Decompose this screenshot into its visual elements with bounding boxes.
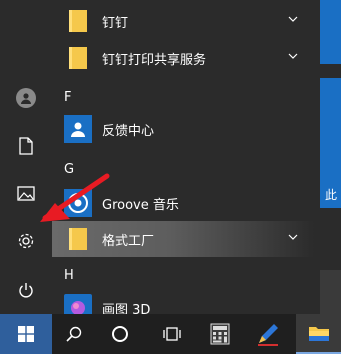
task-view-icon [163,327,181,341]
live-tile[interactable] [320,270,341,314]
cortana-icon [112,326,128,342]
app-label: 反馈中心 [102,123,155,139]
chevron-down-icon[interactable] [288,234,298,240]
folder-icon [69,47,87,69]
user-account-icon [16,88,36,108]
app-label: 格式工厂 [102,233,155,249]
feedback-person-icon [71,122,85,137]
folder-icon [69,10,87,32]
pictures-button[interactable] [0,173,52,213]
app-label: 钉钉打印共享服务 [102,52,207,68]
documents-button[interactable] [0,126,52,166]
search-icon [66,326,82,342]
list-item-format-factory[interactable]: 格式工厂 [52,221,314,257]
chevron-down-icon[interactable] [288,53,298,59]
folder-icon [69,228,87,250]
file-explorer-button[interactable] [296,314,341,354]
cortana-button[interactable] [98,314,142,354]
list-item-feedback-hub[interactable]: 反馈中心 [52,111,314,147]
groove-music-icon [68,193,88,213]
chevron-down-icon[interactable] [288,16,298,22]
pictures-icon [17,185,35,201]
settings-button[interactable] [0,221,52,261]
list-item-dingtalk-print[interactable]: 钉钉打印共享服务 [52,40,314,76]
app-label: 钉钉 [102,15,129,31]
documents-icon [19,137,33,155]
task-view-button[interactable] [150,314,194,354]
settings-icon [18,233,34,249]
user-account-button[interactable] [0,78,52,118]
calculator-button[interactable] [198,314,242,354]
list-item-groove-music[interactable]: Groove 音乐 [52,185,314,221]
section-header-h[interactable]: H [64,268,74,283]
file-explorer-icon [308,327,329,341]
start-menu-rail [0,0,52,314]
start-button[interactable] [0,314,52,354]
live-tile[interactable]: 此 [320,78,341,208]
section-header-g[interactable]: G [64,162,74,177]
list-item-dingtalk[interactable]: 钉钉 [52,3,314,39]
pen-app-icon [258,324,278,346]
calculator-icon [210,323,230,345]
windows-start-icon [18,326,34,342]
live-tile[interactable] [320,0,341,64]
app-label: Groove 音乐 [102,197,179,213]
tile-label: 此 [325,188,338,202]
power-button[interactable] [0,270,52,310]
taskbar [0,314,341,354]
app-list: 钉钉 钉钉打印共享服务 F 反馈中心 G Groove 音乐 格式工厂 H 画图… [52,0,314,322]
power-icon [19,282,33,297]
search-button[interactable] [52,314,96,354]
section-header-f[interactable]: F [64,90,71,105]
pen-app-button[interactable] [246,314,290,354]
